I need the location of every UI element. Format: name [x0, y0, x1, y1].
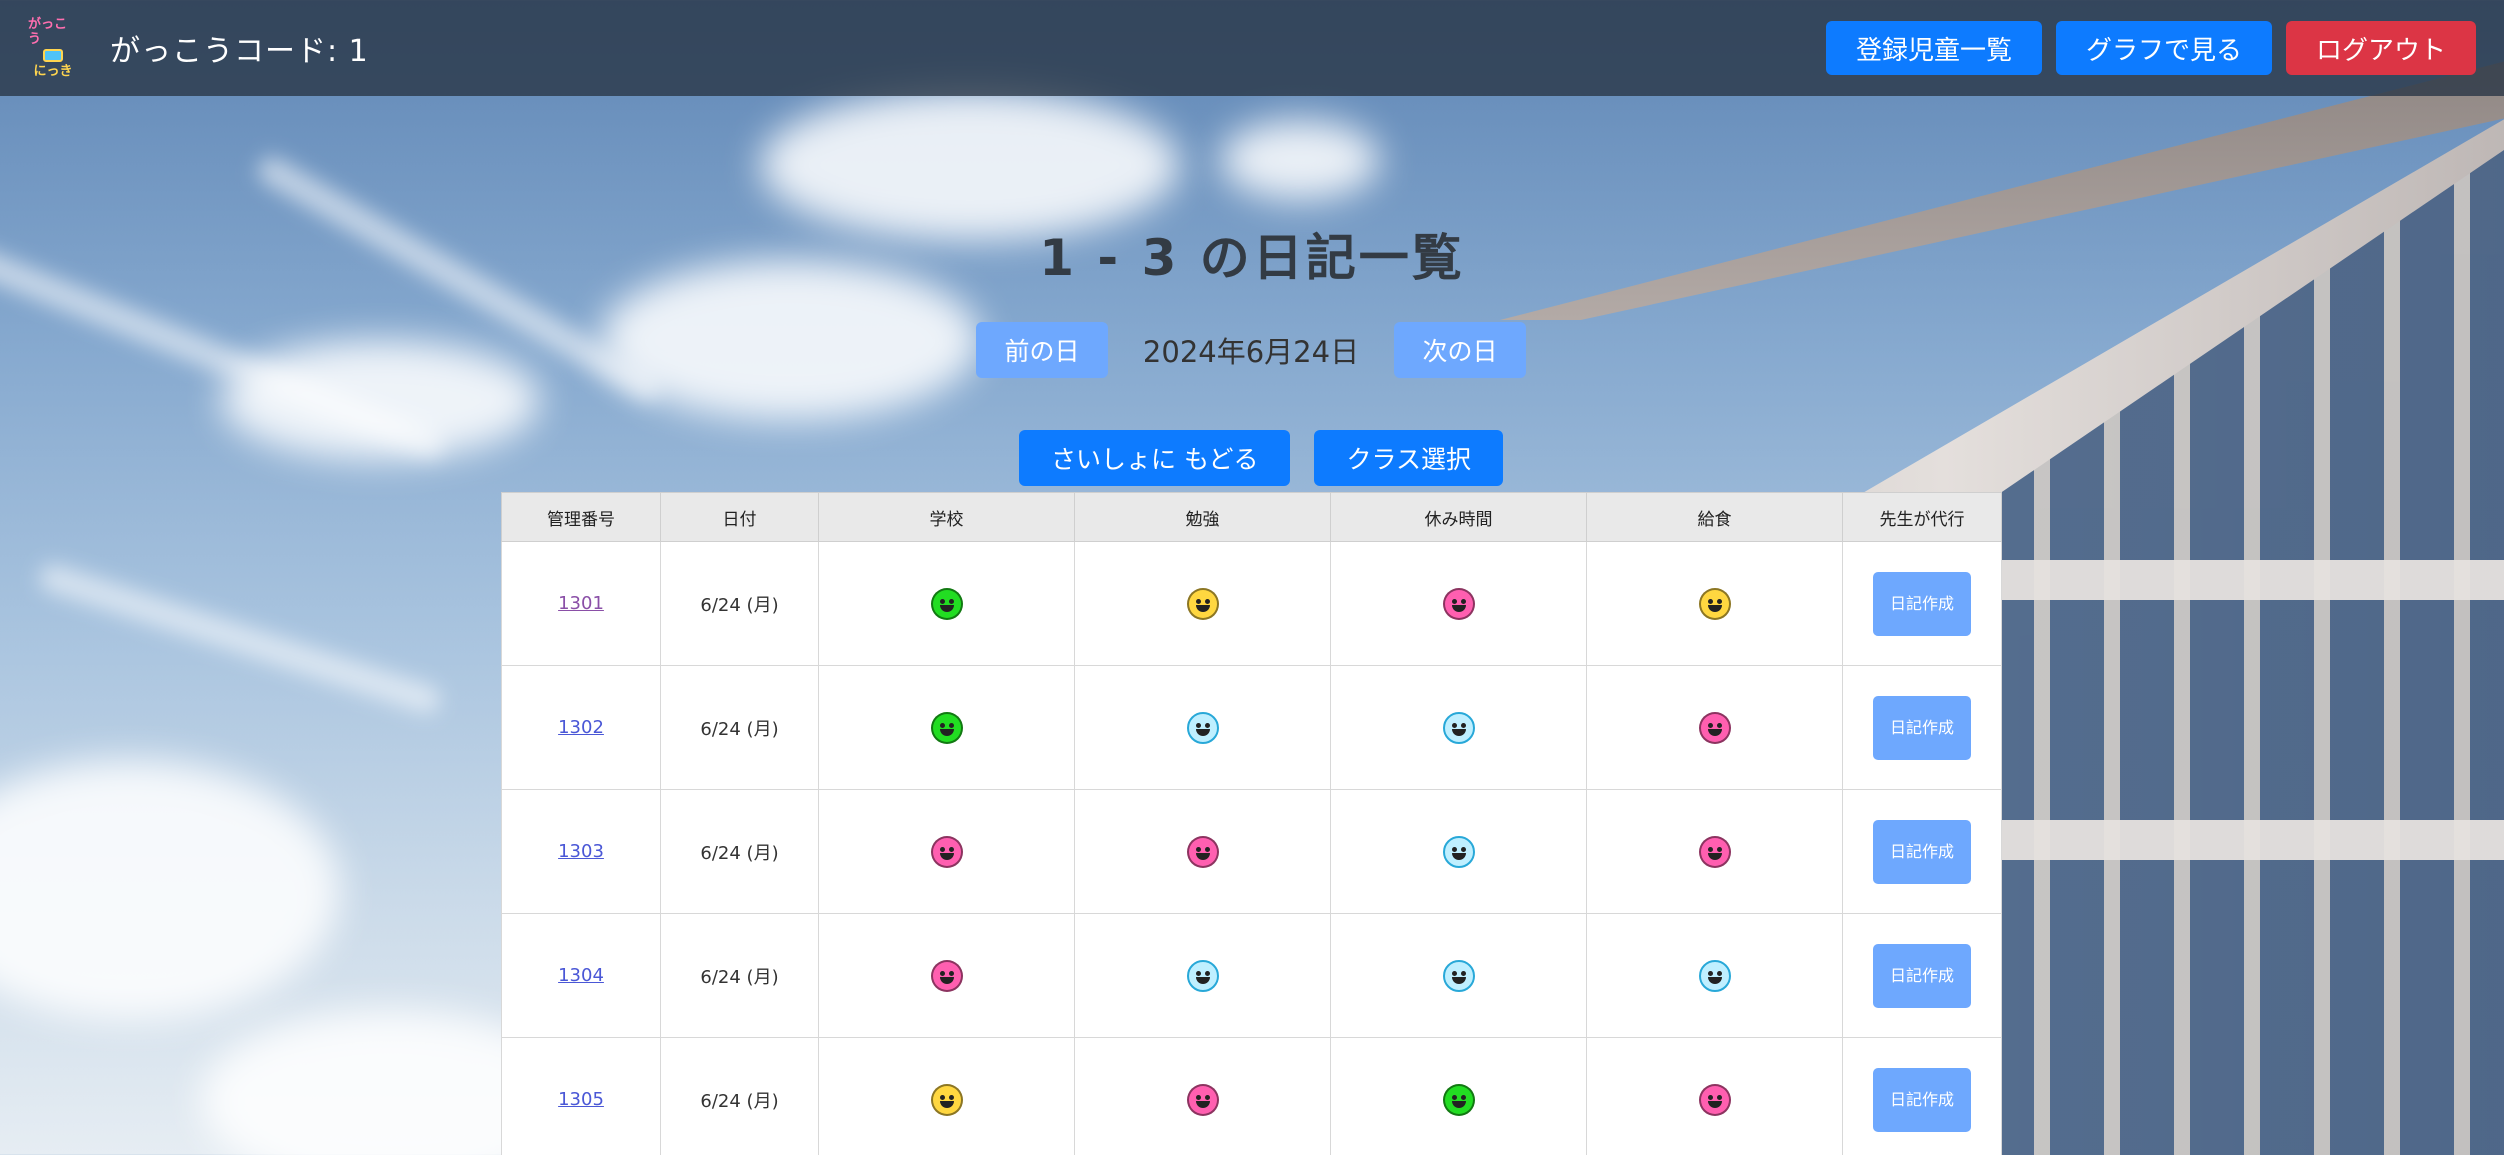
cell-study-mood [1074, 913, 1331, 1038]
blue-face-icon [1186, 711, 1219, 744]
cell-recess-mood [1330, 789, 1587, 914]
cell-date: 6/24 (月) [660, 665, 819, 790]
cell-date: 6/24 (月) [660, 913, 819, 1038]
student-id-link[interactable]: 1305 [558, 1089, 604, 1110]
cell-school-mood [818, 665, 1075, 790]
cell-lunch-mood [1586, 913, 1843, 1038]
cell-id: 1305 [501, 1037, 661, 1155]
create-diary-button[interactable]: 日記作成 [1873, 819, 1971, 884]
pink-face-icon [1698, 835, 1731, 868]
cell-date: 6/24 (月) [660, 541, 819, 666]
cell-lunch-mood [1586, 789, 1843, 914]
table-row: 1302 6/24 (月) 日記作成 [501, 665, 2002, 790]
app-logo[interactable]: がっこう にっき [28, 17, 78, 79]
top-navbar: がっこう にっき がっこうコード: 1 登録児童一覧 グラフで見る ログアウト [0, 0, 2504, 96]
blue-face-icon [1442, 959, 1475, 992]
green-face-icon [930, 711, 963, 744]
back-to-start-button[interactable]: さいしょに もどる [1019, 430, 1291, 486]
school-code-label: がっこうコード: 1 [110, 34, 369, 69]
header-nav: 登録児童一覧 グラフで見る ログアウト [1825, 21, 2476, 75]
student-id-link[interactable]: 1302 [558, 717, 604, 738]
cell-lunch-mood [1586, 1037, 1843, 1155]
cell-id: 1302 [501, 665, 661, 790]
page-title: 1 - 3 の日記一覧 [1039, 229, 1465, 287]
graph-button[interactable]: グラフで見る [2055, 21, 2272, 75]
cell-lunch-mood [1586, 541, 1843, 666]
cell-recess-mood [1330, 665, 1587, 790]
cell-school-mood [818, 789, 1075, 914]
cell-teacher-proxy: 日記作成 [1842, 665, 2002, 790]
students-list-button[interactable]: 登録児童一覧 [1825, 21, 2042, 75]
blue-face-icon [1698, 959, 1731, 992]
create-diary-button[interactable]: 日記作成 [1873, 695, 1971, 760]
cell-recess-mood [1330, 913, 1587, 1038]
yellow-face-icon [1698, 587, 1731, 620]
header-recess: 休み時間 [1330, 492, 1587, 542]
table-row: 1301 6/24 (月) 日記作成 [501, 541, 2002, 666]
prev-day-button[interactable]: 前の日 [976, 322, 1108, 378]
create-diary-button[interactable]: 日記作成 [1873, 1067, 1971, 1132]
cell-id: 1303 [501, 789, 661, 914]
cell-id: 1301 [501, 541, 661, 666]
header-study: 勉強 [1074, 492, 1331, 542]
cell-school-mood [818, 1037, 1075, 1155]
create-diary-button[interactable]: 日記作成 [1873, 943, 1971, 1008]
create-diary-button[interactable]: 日記作成 [1873, 571, 1971, 636]
pink-face-icon [930, 835, 963, 868]
table-header-row: 管理番号 日付 学校 勉強 休み時間 給食 先生が代行 [501, 492, 2002, 542]
logo-text-bottom: にっき [33, 64, 73, 79]
pink-face-icon [930, 959, 963, 992]
diary-table: 管理番号 日付 学校 勉強 休み時間 給食 先生が代行 1301 6/24 (月)… [501, 492, 2002, 1155]
blue-face-icon [1186, 959, 1219, 992]
student-id-link[interactable]: 1304 [558, 965, 604, 986]
cell-recess-mood [1330, 541, 1587, 666]
cell-lunch-mood [1586, 665, 1843, 790]
next-day-button[interactable]: 次の日 [1394, 322, 1526, 378]
class-select-button[interactable]: クラス選択 [1314, 430, 1503, 486]
cell-school-mood [818, 913, 1075, 1038]
cell-date: 6/24 (月) [660, 789, 819, 914]
cell-teacher-proxy: 日記作成 [1842, 1037, 2002, 1155]
cell-study-mood [1074, 1037, 1331, 1155]
header-school: 学校 [818, 492, 1075, 542]
cell-school-mood [818, 541, 1075, 666]
table-row: 1305 6/24 (月) 日記作成 [501, 1037, 2002, 1155]
cell-recess-mood [1330, 1037, 1587, 1155]
yellow-face-icon [930, 1083, 963, 1116]
logo-text-top: がっこう [28, 17, 68, 47]
blue-face-icon [1442, 711, 1475, 744]
header-teacher-proxy: 先生が代行 [1842, 492, 2002, 542]
cell-teacher-proxy: 日記作成 [1842, 913, 2002, 1038]
pink-face-icon [1186, 1083, 1219, 1116]
header-id: 管理番号 [501, 492, 661, 542]
student-id-link[interactable]: 1301 [558, 593, 604, 614]
cell-study-mood [1074, 665, 1331, 790]
date-navigation: 前の日 2024年6月24日 次の日 [976, 322, 1526, 378]
current-date: 2024年6月24日 [1142, 335, 1360, 369]
cell-study-mood [1074, 541, 1331, 666]
pink-face-icon [1186, 835, 1219, 868]
yellow-face-icon [1186, 587, 1219, 620]
logout-button[interactable]: ログアウト [2285, 21, 2476, 75]
cell-teacher-proxy: 日記作成 [1842, 541, 2002, 666]
table-row: 1304 6/24 (月) 日記作成 [501, 913, 2002, 1038]
green-face-icon [930, 587, 963, 620]
student-id-link[interactable]: 1303 [558, 841, 604, 862]
header-date: 日付 [660, 492, 819, 542]
cell-study-mood [1074, 789, 1331, 914]
logo-notebook-icon [43, 49, 63, 62]
header-lunch: 給食 [1586, 492, 1843, 542]
blue-face-icon [1442, 835, 1475, 868]
action-buttons: さいしょに もどる クラス選択 [1019, 430, 1503, 486]
pink-face-icon [1698, 711, 1731, 744]
table-row: 1303 6/24 (月) 日記作成 [501, 789, 2002, 914]
pink-face-icon [1698, 1083, 1731, 1116]
cell-teacher-proxy: 日記作成 [1842, 789, 2002, 914]
diary-table-body: 1301 6/24 (月) 日記作成 1302 6/24 (月) 日記作成 1303 6/24… [501, 541, 2002, 1155]
cell-id: 1304 [501, 913, 661, 1038]
cell-date: 6/24 (月) [660, 1037, 819, 1155]
green-face-icon [1442, 1083, 1475, 1116]
pink-face-icon [1442, 587, 1475, 620]
